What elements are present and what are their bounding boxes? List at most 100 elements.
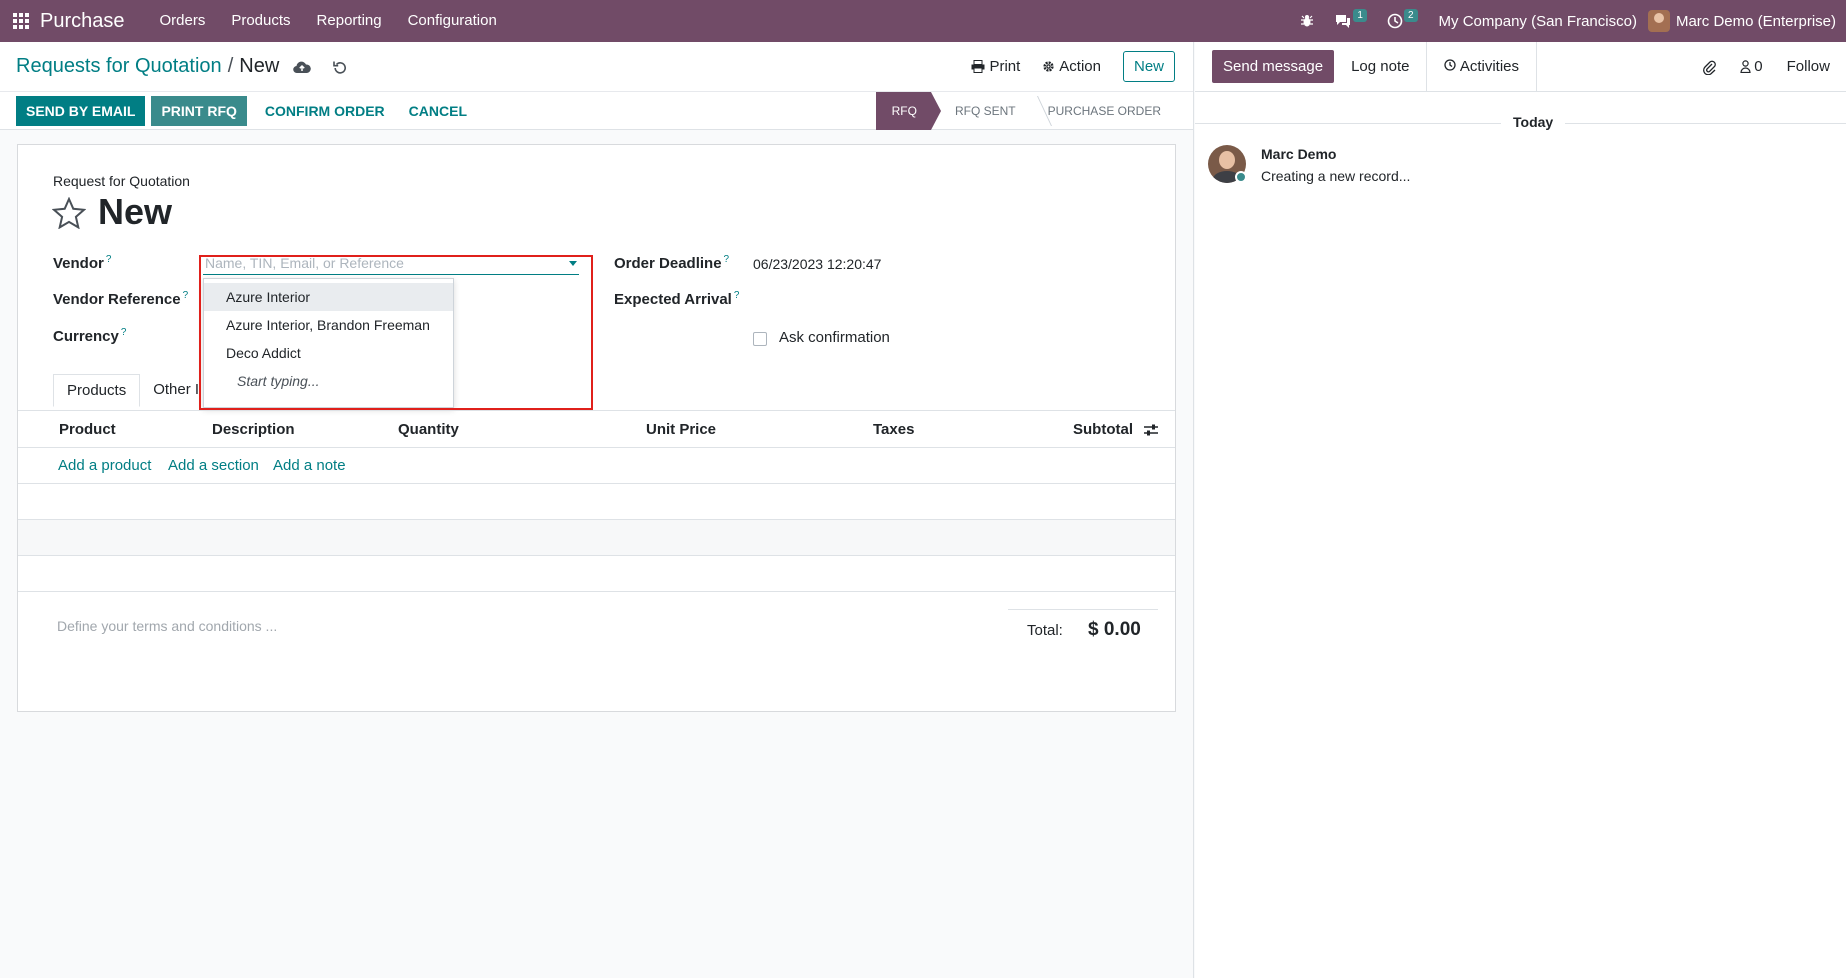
stage-purchase-order: PURCHASE ORDER [1030, 92, 1175, 130]
send-by-email-button[interactable]: SEND BY EMAIL [16, 95, 146, 126]
ask-confirmation-label: Ask confirmation [779, 329, 890, 346]
total-divider [1008, 609, 1158, 610]
tab-other-info[interactable]: Other I [140, 374, 212, 407]
activities-count-badge: 2 [1403, 8, 1418, 22]
help-mark[interactable]: ? [734, 290, 740, 301]
vendor-option[interactable]: Deco Addict [204, 339, 453, 367]
breadcrumb-separator: / [227, 55, 234, 77]
action-menu[interactable]: Action [1042, 58, 1101, 75]
empty-line-row [18, 556, 1175, 592]
notebook-tabs: Products Other I [53, 374, 212, 407]
total-amount: $ 0.00 [1088, 619, 1141, 640]
help-mark[interactable]: ? [724, 254, 730, 265]
clock-icon [1387, 13, 1403, 29]
menu-reporting[interactable]: Reporting [304, 0, 395, 42]
follow-button[interactable]: Follow [1787, 58, 1830, 75]
menu-configuration[interactable]: Configuration [395, 0, 510, 42]
chatter-panel: Send message Log note Activities 0 Follo… [1195, 41, 1846, 978]
record-title: New [98, 191, 173, 232]
dropdown-caret-icon[interactable] [569, 261, 577, 266]
confirm-order-button[interactable]: CONFIRM ORDER [253, 96, 397, 126]
printer-icon [971, 60, 985, 73]
add-section-link[interactable]: Add a section [168, 457, 259, 474]
column-quantity[interactable]: Quantity [398, 421, 459, 438]
vendor-reference-label: Vendor Reference? [53, 290, 188, 308]
user-icon [1740, 60, 1751, 73]
order-deadline-value[interactable]: 06/23/2023 12:20:47 [753, 256, 881, 272]
stage-rfq: RFQ [875, 92, 942, 130]
currency-label: Currency? [53, 327, 126, 345]
print-rfq-button[interactable]: PRINT RFQ [151, 95, 247, 126]
activities-label: Activities [1459, 57, 1519, 75]
order-deadline-label: Order Deadline? [614, 254, 729, 272]
priority-star-icon[interactable] [52, 197, 86, 229]
chat-icon [1336, 15, 1351, 28]
main-menu: Orders Products Reporting Configuration [147, 0, 510, 42]
activities-button[interactable]: Activities [1426, 41, 1537, 92]
record-type-label: Request for Quotation [53, 173, 190, 189]
online-status-icon [1235, 171, 1247, 183]
form-view: Requests for Quotation / New Print Actio… [0, 42, 1194, 978]
vendor-reference-label-text: Vendor Reference [53, 291, 181, 308]
apps-menu-icon[interactable] [0, 0, 42, 42]
save-cloud-icon[interactable] [293, 60, 312, 74]
help-mark[interactable]: ? [106, 254, 112, 265]
ask-confirmation-checkbox[interactable] [753, 332, 767, 346]
add-line-row: Add a product Add a section Add a note [18, 448, 1175, 484]
column-unit-price[interactable]: Unit Price [646, 421, 716, 438]
vendor-option[interactable]: Azure Interior, Brandon Freeman [204, 311, 453, 339]
stage-pipeline: RFQ RFQ SENT PURCHASE ORDER [875, 92, 1175, 130]
vendor-label-text: Vendor [53, 255, 104, 272]
control-panel: Requests for Quotation / New Print Actio… [0, 42, 1193, 92]
systray: 1 2 My Company (San Francisco) Marc Demo… [1290, 0, 1846, 42]
top-navbar: Purchase Orders Products Reporting Confi… [0, 0, 1846, 42]
add-product-link[interactable]: Add a product [58, 457, 151, 474]
form-sheet: Request for Quotation New Vendor? Vendor… [17, 144, 1176, 712]
user-menu[interactable]: Marc Demo (Enterprise) [1647, 10, 1846, 32]
chatter-topbar: Send message Log note Activities 0 Follo… [1195, 41, 1846, 92]
column-description[interactable]: Description [212, 421, 295, 438]
stage-rfq-sent: RFQ SENT [954, 104, 1016, 118]
new-record-button[interactable]: New [1122, 51, 1175, 82]
vendor-input[interactable]: Name, TIN, Email, or Reference [203, 253, 579, 275]
message-author[interactable]: Marc Demo [1261, 146, 1336, 162]
discard-undo-icon[interactable] [333, 60, 347, 74]
menu-products[interactable]: Products [218, 0, 303, 42]
currency-label-text: Currency [53, 328, 119, 345]
app-brand[interactable]: Purchase [40, 10, 125, 33]
vendor-option[interactable]: Azure Interior [204, 283, 453, 311]
breadcrumb-parent[interactable]: Requests for Quotation [16, 55, 222, 78]
menu-orders[interactable]: Orders [147, 0, 219, 42]
print-menu[interactable]: Print [971, 58, 1020, 75]
send-message-button[interactable]: Send message [1212, 50, 1335, 83]
company-switcher[interactable]: My Company (San Francisco) [1428, 13, 1648, 30]
activity-menu[interactable]: 2 [1377, 8, 1428, 29]
column-taxes[interactable]: Taxes [873, 421, 914, 438]
debug-bug-icon[interactable] [1290, 14, 1324, 28]
vendor-placeholder: Name, TIN, Email, or Reference [205, 255, 404, 271]
followers-button[interactable]: 0 [1740, 58, 1763, 75]
log-note-button[interactable]: Log note [1334, 42, 1426, 92]
empty-line-row [18, 520, 1175, 556]
expected-arrival-label-text: Expected Arrival [614, 291, 732, 308]
date-separator-label: Today [1501, 114, 1566, 130]
empty-line-row [18, 484, 1175, 520]
gear-icon [1043, 61, 1054, 72]
followers-count: 0 [1754, 58, 1763, 75]
cancel-button[interactable]: CANCEL [397, 96, 479, 126]
paperclip-icon[interactable] [1702, 59, 1717, 75]
help-mark[interactable]: ? [183, 290, 189, 301]
clock-icon [1444, 58, 1457, 71]
column-subtotal[interactable]: Subtotal [1073, 421, 1133, 438]
date-separator: Today [1195, 114, 1846, 134]
add-note-link[interactable]: Add a note [273, 457, 346, 474]
start-typing-hint: Start typing... [237, 373, 320, 389]
message-body: Creating a new record... [1261, 168, 1411, 184]
messaging-menu[interactable]: 1 [1324, 8, 1377, 29]
column-product[interactable]: Product [59, 421, 116, 438]
optional-columns-icon[interactable] [1143, 423, 1159, 437]
terms-and-conditions-field[interactable]: Define your terms and conditions ... [57, 618, 277, 634]
order-deadline-label-text: Order Deadline [614, 255, 722, 272]
help-mark[interactable]: ? [121, 327, 127, 338]
tab-products[interactable]: Products [53, 374, 141, 407]
